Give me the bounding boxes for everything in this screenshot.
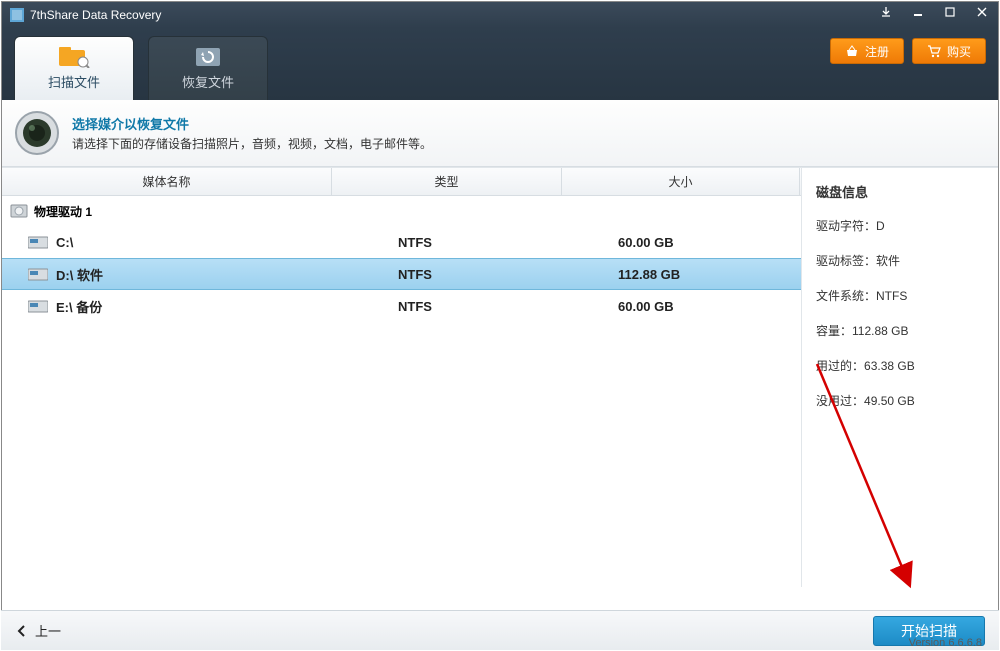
drive-size: 60.00 GB — [562, 235, 800, 250]
drive-name: C:\ — [56, 235, 73, 250]
maximize-button[interactable] — [936, 2, 964, 22]
cart-icon — [927, 44, 941, 58]
drive-icon — [28, 234, 48, 250]
disk-info-heading: 磁盘信息 — [816, 182, 984, 201]
disk-info-pane: 磁盘信息 驱动字符：D 驱动标签：软件 文件系统：NTFS 容量：112.88 … — [802, 168, 998, 587]
info-strip: 选择媒介以恢复文件 请选择下面的存储设备扫描照片，音频，视频，文档，电子邮件等。 — [2, 100, 998, 167]
label-label: 驱动标签： — [816, 254, 876, 268]
tab-scan-files[interactable]: 扫描文件 — [14, 36, 134, 100]
tab-scan-label: 扫描文件 — [48, 72, 100, 91]
minimize-button[interactable] — [904, 2, 932, 22]
buy-button[interactable]: 购买 — [912, 38, 986, 64]
col-type[interactable]: 类型 — [332, 168, 562, 195]
content: 媒体名称 类型 大小 物理驱动 1 C:\ NTFS 60.00 GB D — [2, 167, 998, 587]
capacity-value: 112.88 GB — [852, 324, 908, 338]
drive-size: 60.00 GB — [562, 299, 800, 314]
group-label: 物理驱动 1 — [34, 203, 92, 220]
label-value: 软件 — [876, 254, 900, 268]
fs-label: 文件系统： — [816, 289, 876, 303]
window-title: 7thShare Data Recovery — [30, 8, 161, 22]
table-header: 媒体名称 类型 大小 — [2, 168, 801, 196]
footer: 上一 开始扫描 — [1, 610, 999, 650]
drive-icon — [28, 266, 48, 282]
used-label: 用过的： — [816, 359, 864, 373]
drive-type: NTFS — [332, 267, 562, 282]
col-name[interactable]: 媒体名称 — [2, 168, 332, 195]
download-icon[interactable] — [872, 2, 900, 22]
col-size[interactable]: 大小 — [562, 168, 800, 195]
drive-name: D:\ 软件 — [56, 265, 103, 284]
camera-lens-icon — [14, 110, 60, 156]
drive-type: NTFS — [332, 235, 562, 250]
physical-drive-group[interactable]: 物理驱动 1 — [2, 196, 801, 226]
app-icon — [10, 8, 24, 22]
letter-value: D — [876, 219, 885, 233]
drive-size: 112.88 GB — [562, 267, 800, 282]
drive-icon — [28, 298, 48, 314]
drive-list-pane: 媒体名称 类型 大小 物理驱动 1 C:\ NTFS 60.00 GB D — [2, 168, 802, 587]
arrow-left-icon — [15, 624, 29, 638]
tab-recover-label: 恢复文件 — [182, 72, 234, 91]
folder-search-icon — [58, 46, 90, 68]
info-subtitle: 请选择下面的存储设备扫描照片，音频，视频，文档，电子邮件等。 — [72, 135, 432, 152]
back-label: 上一 — [35, 621, 61, 640]
free-value: 49.50 GB — [864, 394, 915, 408]
close-button[interactable] — [968, 2, 996, 22]
title-bar: 7thShare Data Recovery — [2, 2, 998, 28]
free-label: 没用过： — [816, 394, 864, 408]
capacity-label: 容量： — [816, 324, 852, 338]
hdd-icon — [10, 202, 28, 220]
fs-value: NTFS — [876, 289, 907, 303]
drive-row-d[interactable]: D:\ 软件 NTFS 112.88 GB — [2, 258, 801, 290]
tab-recover-files[interactable]: 恢复文件 — [148, 36, 268, 100]
recover-icon — [192, 46, 224, 68]
back-button[interactable]: 上一 — [15, 621, 61, 640]
used-value: 63.38 GB — [864, 359, 915, 373]
register-button[interactable]: 注册 — [830, 38, 904, 64]
drive-name: E:\ 备份 — [56, 297, 102, 316]
version-text: Version 6.6.6.8 — [909, 637, 982, 649]
register-label: 注册 — [865, 43, 889, 60]
basket-icon — [845, 44, 859, 58]
info-title: 选择媒介以恢复文件 — [72, 114, 432, 133]
drive-type: NTFS — [332, 299, 562, 314]
buy-label: 购买 — [947, 43, 971, 60]
drive-row-c[interactable]: C:\ NTFS 60.00 GB — [2, 226, 801, 258]
letter-label: 驱动字符： — [816, 219, 876, 233]
header: 扫描文件 恢复文件 注册 购买 — [2, 28, 998, 100]
drive-row-e[interactable]: E:\ 备份 NTFS 60.00 GB — [2, 290, 801, 322]
